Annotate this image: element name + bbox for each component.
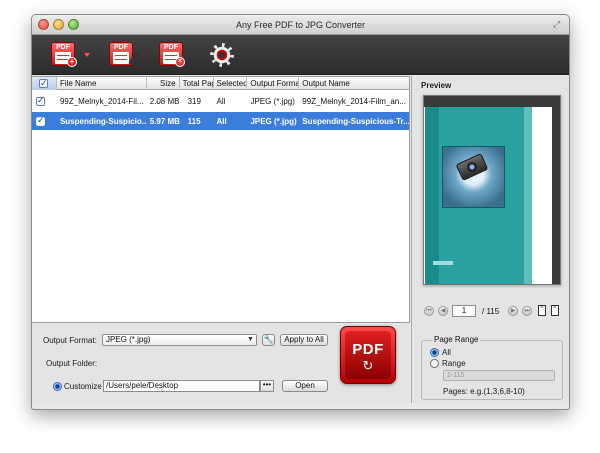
- pdf-edit-icon: PDF: [109, 42, 140, 66]
- output-format-label: Output Format:: [43, 336, 97, 345]
- selected-cell: All: [216, 116, 227, 126]
- edit-pdf-button[interactable]: PDF: [109, 42, 140, 68]
- page-number-input[interactable]: 1: [452, 305, 476, 317]
- chevron-down-icon: ▼: [247, 336, 254, 343]
- format-cell: JPEG (*.jpg): [250, 96, 295, 106]
- gear-icon[interactable]: [211, 44, 233, 66]
- toolbar: PDF + PDF PDF ×: [32, 35, 569, 75]
- convert-button[interactable]: PDF ↻: [340, 326, 396, 384]
- chevron-down-icon[interactable]: [84, 53, 90, 57]
- first-page-icon[interactable]: ⏮: [424, 306, 434, 316]
- open-folder-button[interactable]: Open: [282, 380, 328, 392]
- column-output-format[interactable]: Output Format: [247, 77, 300, 90]
- add-pdf-button[interactable]: PDF +: [51, 42, 91, 68]
- preview-title: Preview: [421, 81, 452, 90]
- output-name-cell: 99Z_Melnyk_2014-Film_an...: [302, 96, 406, 106]
- output-name-cell: Suspending-Suspicious-Tr...: [302, 116, 409, 126]
- browse-button[interactable]: •••: [260, 380, 274, 392]
- output-folder-label: Output Folder:: [46, 359, 98, 368]
- all-pages-radio[interactable]: [430, 348, 439, 357]
- range-hint: Pages: e.g.(1,3,6,8-10): [443, 387, 525, 396]
- fullscreen-icon[interactable]: ⤢: [553, 19, 563, 29]
- app-window: Any Free PDF to JPG Converter ⤢ PDF + PDF…: [31, 14, 570, 410]
- pdf-add-icon: PDF +: [51, 42, 77, 67]
- file-list: File Name Size Total Pages Selected Outp…: [32, 76, 410, 323]
- file-name-cell: Suspending-Suspicio...: [59, 116, 147, 126]
- range-radio[interactable]: [430, 359, 439, 368]
- previous-page-icon[interactable]: ◀: [438, 306, 448, 316]
- table-header: File Name Size Total Pages Selected Outp…: [32, 77, 409, 90]
- wrench-icon: 🔧: [263, 335, 274, 344]
- output-format-select[interactable]: JPEG (*.jpg) ▼: [102, 334, 257, 346]
- next-page-icon[interactable]: ▶: [508, 306, 518, 316]
- select-all-checkbox[interactable]: [39, 77, 48, 90]
- column-total-pages[interactable]: Total Pages: [180, 77, 214, 90]
- range-label: Range: [442, 359, 466, 368]
- row-checkbox[interactable]: [36, 115, 45, 126]
- selected-cell: All: [216, 96, 226, 106]
- column-size[interactable]: Size: [147, 77, 180, 90]
- pdf-remove-icon: PDF ×: [159, 42, 185, 67]
- all-pages-label: All: [442, 348, 451, 357]
- document-pdf-icon[interactable]: ≡: [551, 305, 559, 316]
- page-total: / 115: [482, 307, 500, 316]
- page-range-title: Page Range: [432, 335, 481, 344]
- customize-radio[interactable]: [53, 382, 62, 391]
- table-row[interactable]: 99Z_Melnyk_2014-Fil... 2.08 MB 319 All J…: [32, 92, 409, 110]
- window-title: Any Free PDF to JPG Converter: [235, 20, 366, 30]
- document-icon[interactable]: ≡: [538, 305, 546, 316]
- column-selected[interactable]: Selected: [214, 77, 248, 90]
- apply-to-all-button[interactable]: Apply to All: [280, 334, 328, 346]
- column-file-name[interactable]: File Name: [57, 77, 147, 90]
- output-settings: Output Format: JPEG (*.jpg) ▼ 🔧 Apply to…: [32, 324, 410, 403]
- output-format-value: JPEG (*.jpg): [106, 335, 151, 344]
- select-all-column[interactable]: [32, 77, 57, 90]
- page-range-group: Page Range All Range 1-115 Pages: e.g.(1…: [421, 335, 563, 400]
- format-settings-button[interactable]: 🔧: [262, 334, 275, 346]
- format-cell: JPEG (*.jpg): [250, 116, 297, 126]
- preview-image: [423, 95, 561, 285]
- total-pages-cell: 319: [187, 96, 201, 106]
- output-path-input[interactable]: /Users/pele/Desktop: [103, 380, 260, 392]
- row-checkbox[interactable]: [36, 95, 45, 106]
- customize-label: Customize: [64, 382, 102, 391]
- size-cell: 2.08 MB: [149, 96, 180, 106]
- column-output-name[interactable]: Output Name: [299, 77, 409, 90]
- remove-pdf-button[interactable]: PDF ×: [159, 42, 187, 68]
- file-name-cell: 99Z_Melnyk_2014-Fil...: [59, 96, 144, 106]
- title-bar: Any Free PDF to JPG Converter ⤢: [32, 15, 569, 35]
- page-navigation: ⏮ ◀ 1 / 115 ▶ ⏭ ≡ ≡: [422, 304, 564, 318]
- table-row[interactable]: Suspending-Suspicio... 5.97 MB 115 All J…: [32, 112, 409, 130]
- range-input[interactable]: 1-115: [443, 370, 555, 381]
- preview-panel: Preview ⏮ ◀ 1 / 115 ▶ ⏭ ≡ ≡ Page Range A…: [411, 76, 569, 403]
- last-page-icon[interactable]: ⏭: [522, 306, 532, 316]
- convert-arrows-icon: ↻: [362, 358, 374, 373]
- convert-button-label: PDF: [352, 341, 384, 358]
- total-pages-cell: 115: [187, 116, 201, 126]
- size-cell: 5.97 MB: [149, 116, 180, 126]
